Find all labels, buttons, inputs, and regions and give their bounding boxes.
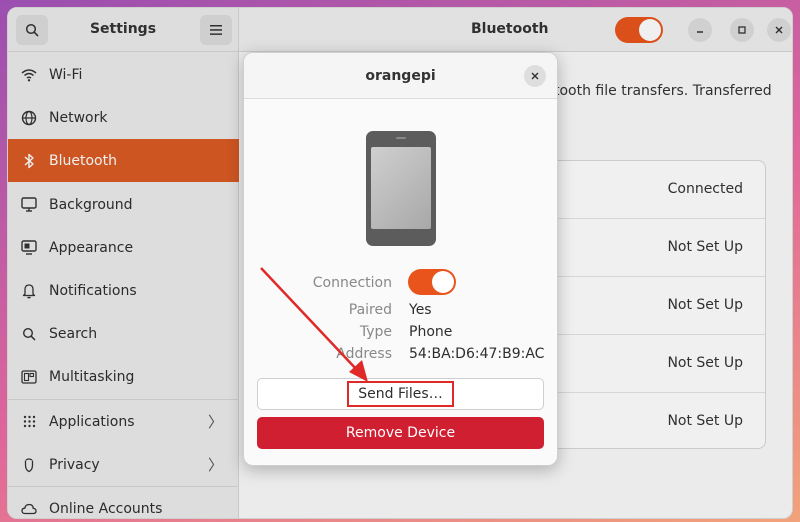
type-label: Type bbox=[359, 324, 392, 340]
connection-label: Connection bbox=[312, 275, 392, 291]
dialog-close-button[interactable] bbox=[524, 65, 546, 87]
paired-value: Yes bbox=[409, 302, 432, 318]
connection-toggle[interactable] bbox=[408, 269, 456, 295]
dialog-title: orangepi bbox=[365, 68, 436, 84]
device-dialog: orangepi Connection Paired Yes Type Phon… bbox=[243, 52, 558, 466]
remove-device-button[interactable]: Remove Device bbox=[257, 417, 544, 449]
send-files-button[interactable]: Send Files… bbox=[257, 378, 544, 410]
address-label: Address bbox=[336, 346, 392, 362]
type-value: Phone bbox=[409, 324, 453, 340]
paired-label: Paired bbox=[348, 302, 392, 318]
phone-speaker bbox=[396, 137, 406, 139]
phone-icon bbox=[366, 131, 436, 246]
phone-screen bbox=[371, 147, 431, 229]
dialog-header: orangepi bbox=[244, 53, 557, 99]
close-icon bbox=[531, 72, 539, 80]
toggle-knob bbox=[432, 271, 454, 293]
send-files-label: Send Files… bbox=[347, 381, 454, 407]
address-value: 54:BA:D6:47:B9:AC bbox=[409, 346, 545, 362]
